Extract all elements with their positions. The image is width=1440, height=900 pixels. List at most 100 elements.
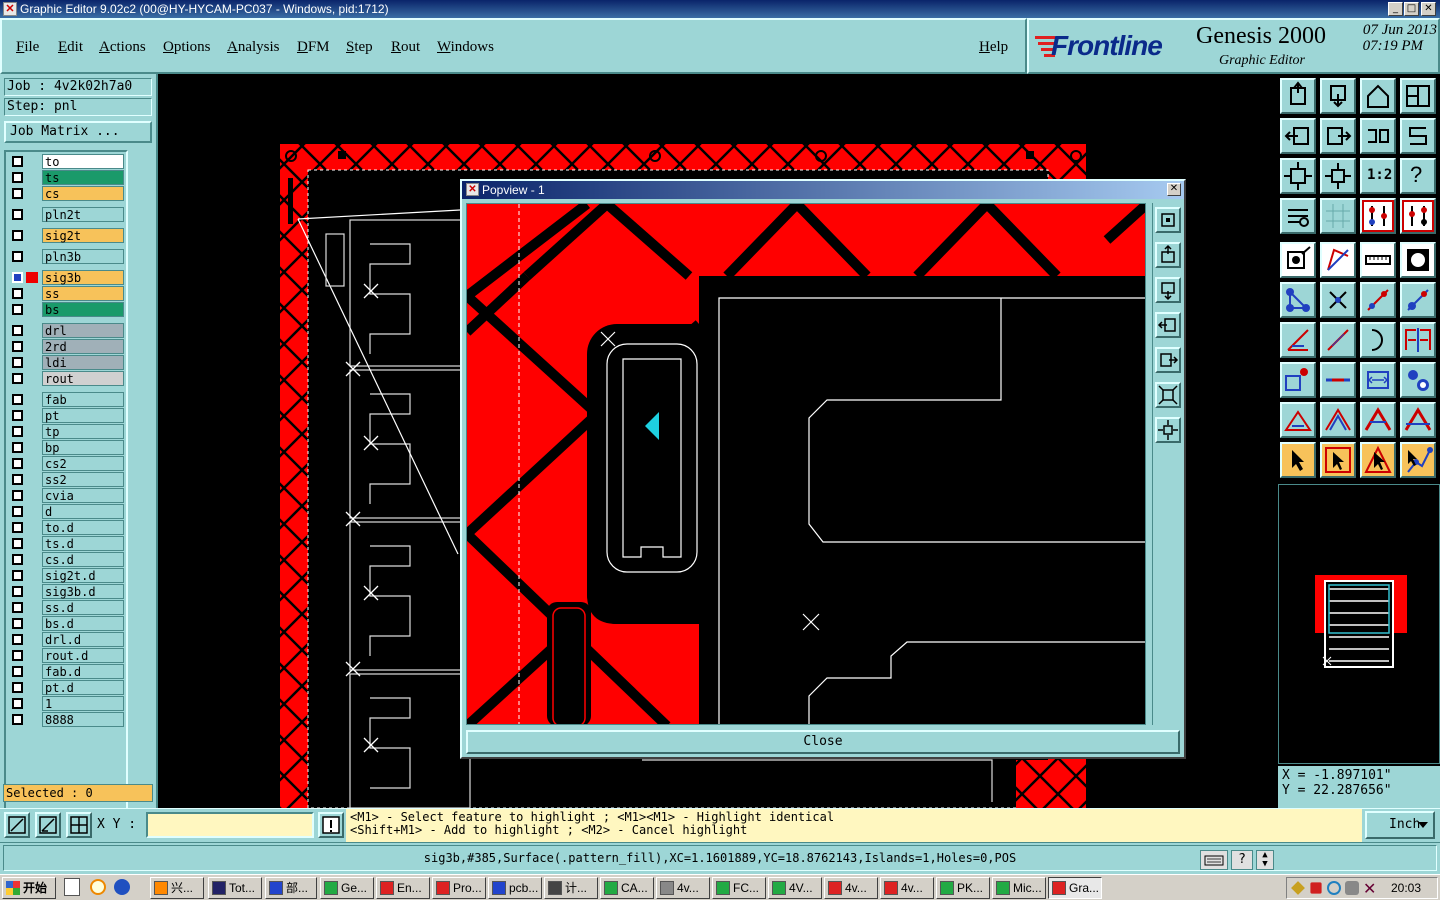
layer-row-drl-d[interactable]: drl.d <box>8 632 126 647</box>
layer-row-d[interactable]: d <box>8 504 126 519</box>
overview-map[interactable] <box>1278 484 1440 764</box>
measure-ruler-icon[interactable] <box>1360 242 1396 278</box>
zoom-ratio-icon[interactable]: 1:2 <box>1360 158 1396 194</box>
tray-acrobat-icon[interactable] <box>1310 882 1322 894</box>
line-segment-icon[interactable] <box>1320 362 1356 398</box>
net-highlight-icon[interactable] <box>1360 198 1396 234</box>
select-pad-icon[interactable] <box>1280 242 1316 278</box>
layer-row-8888[interactable]: 8888 <box>8 712 126 727</box>
popview-zoom-in-button[interactable] <box>1155 207 1181 233</box>
pan-left-button[interactable] <box>1280 118 1316 154</box>
layer-checkbox[interactable] <box>12 602 23 613</box>
layer-row-fab[interactable]: fab <box>8 392 126 407</box>
layer-checkbox[interactable] <box>12 341 23 352</box>
layer-row-sig3b[interactable]: sig3b <box>8 270 126 285</box>
layer-row-bs-d[interactable]: bs.d <box>8 616 126 631</box>
snap-grid-icon[interactable] <box>66 812 92 838</box>
layer-row-rout-d[interactable]: rout.d <box>8 648 126 663</box>
taskbar-item[interactable]: 计... <box>544 877 598 899</box>
taskbar-item[interactable]: pcb... <box>488 877 542 899</box>
menu-edit[interactable]: Edit <box>58 39 83 56</box>
info-icon[interactable] <box>318 812 344 838</box>
measure-icon[interactable] <box>35 812 61 838</box>
layer-checkbox[interactable] <box>12 666 23 677</box>
layer-checkbox[interactable] <box>12 410 23 421</box>
connect-nodes-icon[interactable] <box>1280 282 1316 318</box>
taskbar-item[interactable]: Ge... <box>320 877 374 899</box>
layer-checkbox[interactable] <box>12 506 23 517</box>
job-matrix-button[interactable]: Job Matrix ... <box>4 121 152 143</box>
pad-add-icon[interactable] <box>1280 362 1316 398</box>
delete-node-icon[interactable] <box>1320 282 1356 318</box>
rotate-view-button[interactable] <box>1360 118 1396 154</box>
quicklaunch-ie-icon[interactable] <box>114 879 130 895</box>
menu-step[interactable]: Step <box>346 39 373 56</box>
layer-row-ts[interactable]: ts <box>8 170 126 185</box>
zoom-home-button[interactable] <box>1280 78 1316 114</box>
layer-row-1[interactable]: 1 <box>8 696 126 711</box>
layer-checkbox[interactable] <box>12 442 23 453</box>
layer-checkbox[interactable] <box>12 570 23 581</box>
layer-checkbox[interactable] <box>12 426 23 437</box>
layer-checkbox[interactable] <box>12 650 23 661</box>
layer-checkbox[interactable] <box>12 188 23 199</box>
layer-row-ss-d[interactable]: ss.d <box>8 600 126 615</box>
layer-row-cs[interactable]: cs <box>8 186 126 201</box>
popview-pan-left-button[interactable] <box>1155 312 1181 338</box>
layer-checkbox[interactable] <box>12 634 23 645</box>
arc-icon[interactable] <box>1360 322 1396 358</box>
layer-row-sig2t-d[interactable]: sig2t.d <box>8 568 126 583</box>
layer-checkbox[interactable] <box>12 698 23 709</box>
taskbar-item[interactable]: Tot... <box>208 877 262 899</box>
layer-row-pln3b[interactable]: pln3b <box>8 249 126 264</box>
tray-network-icon[interactable] <box>1327 881 1341 895</box>
taskbar-item[interactable]: 部... <box>265 877 317 899</box>
surface-icon[interactable] <box>1400 242 1436 278</box>
layer-checkbox[interactable] <box>12 288 23 299</box>
popview-close-icon[interactable]: ✕ <box>1167 183 1181 196</box>
taskbar-item[interactable]: PK... <box>936 877 990 899</box>
trace-bridge-icon[interactable] <box>1400 402 1436 438</box>
layer-row-bs[interactable]: bs <box>8 302 126 317</box>
layer-row-to[interactable]: to <box>8 154 126 169</box>
taskbar-item[interactable]: En... <box>376 877 430 899</box>
popview-pan-up-button[interactable] <box>1155 242 1181 268</box>
trace-arch-icon[interactable] <box>1360 402 1396 438</box>
layer-row-ss2[interactable]: ss2 <box>8 472 126 487</box>
xy-input[interactable] <box>146 812 314 838</box>
layer-row-sig2t[interactable]: sig2t <box>8 228 126 243</box>
menu-options[interactable]: Options <box>163 39 211 56</box>
taskbar-item[interactable]: 兴... <box>150 877 204 899</box>
taskbar-item[interactable]: 4v... <box>880 877 934 899</box>
layer-row-cs2[interactable]: cs2 <box>8 456 126 471</box>
layer-row-ldi[interactable]: ldi <box>8 355 126 370</box>
menu-windows[interactable]: Windows <box>437 39 494 56</box>
layer-checkbox[interactable] <box>12 230 23 241</box>
layer-checkbox[interactable] <box>12 458 23 469</box>
scroll-arrows-icon[interactable]: ▲ ▼ <box>1256 850 1274 870</box>
layer-checkbox[interactable] <box>12 373 23 384</box>
popview-zoom-fit-button[interactable] <box>1155 382 1181 408</box>
layer-row-bp[interactable]: bp <box>8 440 126 455</box>
layer-checkbox[interactable] <box>12 682 23 693</box>
add-line-icon[interactable] <box>1360 282 1396 318</box>
layer-checkbox[interactable] <box>12 357 23 368</box>
zoom-down-button[interactable] <box>1320 78 1356 114</box>
popview-zoom-center-button[interactable] <box>1155 417 1181 443</box>
flip-feature-icon[interactable] <box>1400 322 1436 358</box>
minimize-button[interactable]: _ <box>1388 2 1403 16</box>
layer-checkbox[interactable] <box>12 714 23 725</box>
menu-analysis[interactable]: Analysis <box>227 39 280 56</box>
layer-row-to-d[interactable]: to.d <box>8 520 126 535</box>
pointer-lasso-icon[interactable] <box>1360 442 1396 478</box>
net-compare-icon[interactable] <box>1400 198 1436 234</box>
unit-selector[interactable]: Inch <box>1365 811 1435 839</box>
keyboard-icon[interactable] <box>1200 850 1228 870</box>
layer-checkbox[interactable] <box>12 490 23 501</box>
taskbar-item[interactable]: CA... <box>600 877 654 899</box>
layer-row-rout[interactable]: rout <box>8 371 126 386</box>
menu-file[interactable]: File <box>16 39 39 56</box>
mirror-view-button[interactable] <box>1400 118 1436 154</box>
measure-distance-icon[interactable] <box>1360 362 1396 398</box>
layer-row-cvia[interactable]: cvia <box>8 488 126 503</box>
